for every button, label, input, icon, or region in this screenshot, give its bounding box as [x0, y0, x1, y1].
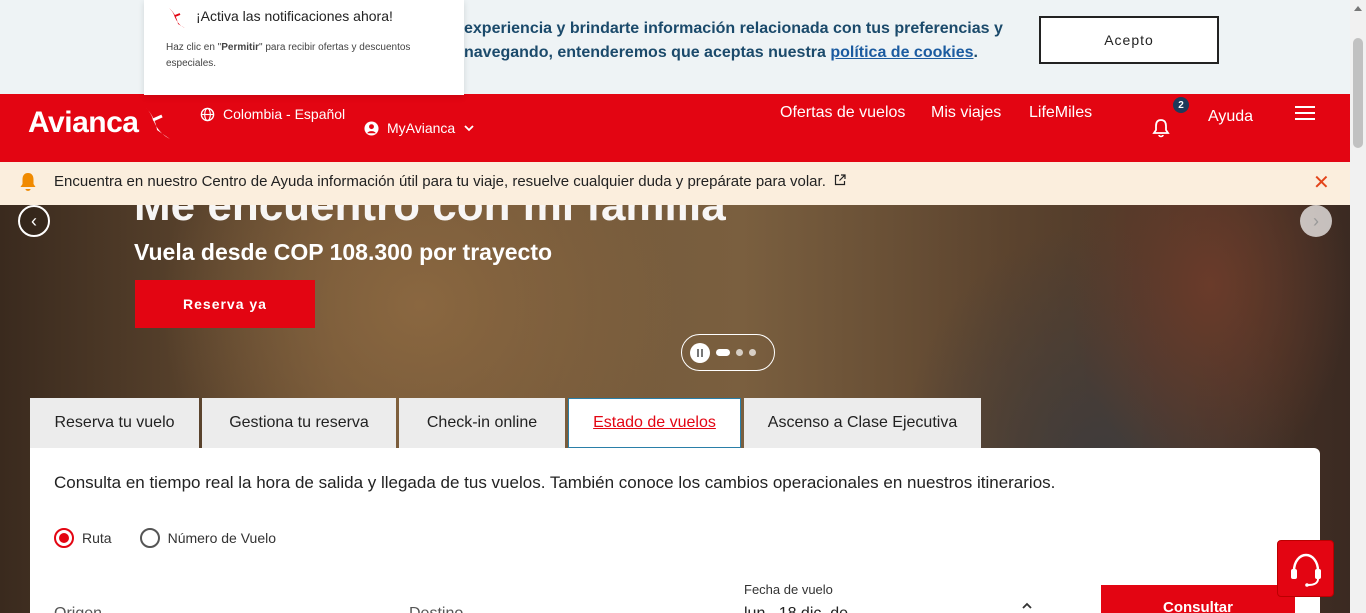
- cookie-message: experiencia y brindarte información rela…: [464, 17, 1024, 65]
- tab-estado-de-vuelos[interactable]: Estado de vuelos: [568, 398, 741, 448]
- myavianca-menu[interactable]: MyAvianca: [364, 120, 475, 136]
- carousel-prev-icon[interactable]: ‹: [18, 205, 50, 237]
- myavianca-label: MyAvianca: [387, 120, 456, 136]
- nav-lifemiles[interactable]: LifeMiles: [1029, 104, 1092, 122]
- scroll-up-arrow-icon[interactable]: [1354, 6, 1362, 11]
- close-icon[interactable]: ✕: [1313, 173, 1330, 193]
- flight-status-description: Consulta en tiempo real la hora de salid…: [54, 473, 1056, 492]
- language-selector[interactable]: Colombia - Español: [200, 106, 345, 122]
- cookie-line-2: navegando, entenderemos que aceptas nues…: [464, 41, 1024, 65]
- destination-field[interactable]: Destino: [409, 605, 463, 613]
- help-center-info-bar: Encuentra en nuestro Centro de Ayuda inf…: [0, 162, 1350, 205]
- alert-bell-icon: [20, 173, 36, 191]
- tab-check-in-online[interactable]: Check-in online: [399, 398, 565, 448]
- headset-icon: [1290, 553, 1321, 587]
- help-center-message[interactable]: Encuentra en nuestro Centro de Ayuda inf…: [54, 173, 846, 190]
- hero-headline: Me encuentro con mi familia: [134, 205, 726, 230]
- tab-ascenso-clase-ejecutiva[interactable]: Ascenso a Clase Ejecutiva: [744, 398, 981, 448]
- language-label: Colombia - Español: [223, 106, 346, 122]
- cookie-line-2-text: navegando, entenderemos que aceptas nues…: [464, 44, 831, 61]
- help-center-text: Encuentra en nuestro Centro de Ayuda inf…: [54, 173, 826, 190]
- help-link[interactable]: Ayuda: [1208, 108, 1253, 126]
- accept-cookies-button[interactable]: Acepto: [1039, 16, 1219, 64]
- consult-button[interactable]: Consultar: [1101, 585, 1295, 613]
- cookie-policy-link[interactable]: política de cookies: [830, 44, 973, 61]
- flight-number-radio-label[interactable]: Número de Vuelo: [168, 530, 276, 546]
- carousel-dot-3[interactable]: [749, 349, 756, 356]
- nav-ofertas-de-vuelos[interactable]: Ofertas de vuelos: [780, 104, 905, 122]
- cookie-line-2-end: .: [973, 44, 978, 61]
- notification-body-prefix: Haz clic en ": [166, 42, 222, 53]
- avianca-bird-logo-icon: [146, 108, 171, 139]
- chevron-down-icon: [464, 125, 474, 132]
- notification-title: ¡Activa las notificaciones ahora!: [196, 8, 393, 24]
- route-radio[interactable]: [54, 528, 74, 548]
- notification-body-bold: Permitir: [221, 42, 260, 53]
- support-chat-button[interactable]: [1277, 540, 1334, 597]
- user-icon: [364, 120, 379, 136]
- notification-body: Haz clic en "Permitir" para recibir ofer…: [166, 40, 446, 72]
- cookie-line-1: experiencia y brindarte información rela…: [464, 20, 1003, 37]
- avianca-logo[interactable]: Avianca: [28, 106, 172, 140]
- scrollbar-thumb[interactable]: [1353, 38, 1363, 148]
- carousel-dot-2[interactable]: [736, 349, 743, 356]
- pause-icon[interactable]: [690, 342, 710, 363]
- chevron-up-icon[interactable]: [1021, 602, 1033, 610]
- page-scrollbar[interactable]: [1350, 0, 1366, 613]
- external-link-icon: [834, 174, 846, 186]
- notifications-bell-icon[interactable]: [1152, 118, 1170, 138]
- search-type-radios: Ruta Número de Vuelo: [54, 528, 276, 548]
- origin-field[interactable]: Origen: [54, 605, 102, 613]
- avianca-bird-icon: [169, 8, 185, 28]
- carousel-dot-1[interactable]: [716, 349, 730, 356]
- booking-tabs: Reserva tu vuelo Gestiona tu reserva Che…: [30, 398, 981, 448]
- hero-subheadline: Vuela desde COP 108.300 por trayecto: [134, 239, 553, 265]
- flight-date-field[interactable]: lun., 18 dic. de: [744, 605, 848, 613]
- globe-icon: [200, 107, 215, 121]
- flight-status-panel: Consulta en tiempo real la hora de salid…: [30, 448, 1320, 613]
- flight-number-radio[interactable]: [139, 528, 160, 548]
- nav-mis-viajes[interactable]: Mis viajes: [931, 104, 1001, 122]
- notification-prompt: ¡Activa las notificaciones ahora! Haz cl…: [144, 0, 464, 95]
- notification-count-badge: 2: [1173, 97, 1189, 113]
- reserve-now-button[interactable]: Reserva ya: [135, 280, 315, 328]
- flight-date-label: Fecha de vuelo: [744, 582, 833, 597]
- main-header: Avianca Colombia - Español MyAvianca Ofe…: [0, 94, 1350, 162]
- logo-text: Avianca: [28, 106, 139, 139]
- hamburger-menu-icon[interactable]: [1295, 106, 1315, 124]
- tab-gestiona-tu-reserva[interactable]: Gestiona tu reserva: [202, 398, 396, 448]
- carousel-controls: [681, 334, 775, 371]
- carousel-next-icon[interactable]: ›: [1300, 205, 1332, 237]
- route-radio-label[interactable]: Ruta: [82, 530, 112, 546]
- tab-reserva-tu-vuelo[interactable]: Reserva tu vuelo: [30, 398, 199, 448]
